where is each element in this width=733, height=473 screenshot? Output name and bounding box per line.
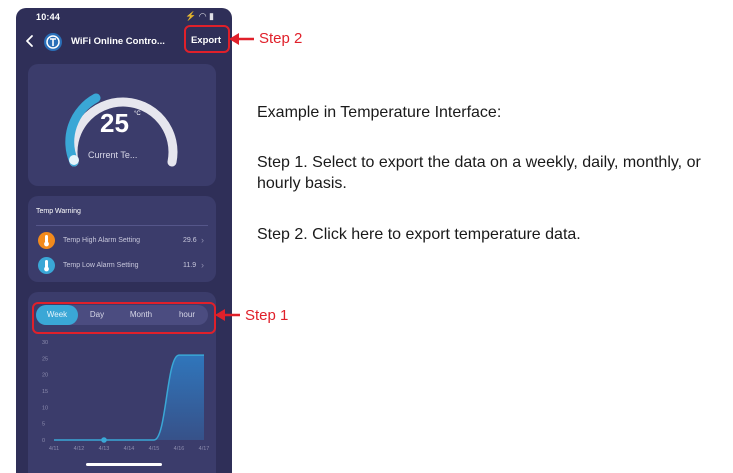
step1-label: Step 1 bbox=[245, 307, 289, 324]
y-tick-label: 25 bbox=[42, 356, 48, 362]
step1-highlight-box bbox=[32, 302, 216, 334]
x-tick-label: 4/16 bbox=[174, 446, 185, 452]
y-tick-label: 10 bbox=[42, 405, 48, 411]
temperature-value: 25 bbox=[100, 108, 129, 138]
temperature-chart: 0 5 10 15 20 25 30 4/11 4/12 4/13 4/14 4/15 4/16 4/17 bbox=[42, 340, 210, 452]
temperature-unit: °C bbox=[134, 111, 141, 117]
step2-label: Step 2 bbox=[259, 30, 303, 47]
high-alarm-row[interactable]: Temp High Alarm Setting 29.6 › bbox=[28, 231, 216, 251]
low-alarm-row[interactable]: Temp Low Alarm Setting 11.9 › bbox=[28, 256, 216, 276]
y-tick-label: 20 bbox=[42, 373, 48, 379]
home-indicator bbox=[86, 463, 162, 466]
warning-title: Temp Warning bbox=[36, 208, 81, 215]
status-time: 10:44 bbox=[36, 12, 61, 22]
phone-screen: 10:44 ⚡ ◠ ▮ WiFi Online Contro... Export… bbox=[16, 8, 232, 473]
y-tick-label: 5 bbox=[42, 422, 45, 428]
y-tick-label: 30 bbox=[42, 340, 48, 346]
step2-arrow-icon bbox=[229, 33, 254, 45]
step1-arrow-icon bbox=[215, 309, 240, 321]
x-tick-label: 4/13 bbox=[99, 446, 110, 452]
x-tick-label: 4/17 bbox=[199, 446, 210, 452]
high-alarm-label: Temp High Alarm Setting bbox=[63, 237, 141, 244]
x-tick-label: 4/14 bbox=[124, 446, 135, 452]
instruction-heading: Example in Temperature Interface: bbox=[257, 104, 502, 121]
back-chevron-icon[interactable] bbox=[23, 33, 37, 49]
y-tick-label: 15 bbox=[42, 389, 48, 395]
chart-data-point bbox=[101, 437, 107, 443]
chevron-right-icon: › bbox=[201, 260, 204, 270]
low-alarm-value: 11.9 bbox=[183, 262, 197, 269]
thermometer-low-icon bbox=[38, 257, 55, 274]
x-tick-label: 4/12 bbox=[74, 446, 85, 452]
y-tick-label: 0 bbox=[42, 438, 45, 444]
thermometer-high-icon bbox=[38, 232, 55, 249]
temp-warning-card: Temp Warning Temp High Alarm Setting 29.… bbox=[28, 196, 216, 282]
status-icons: ⚡ ◠ ▮ bbox=[184, 11, 214, 21]
page-title: WiFi Online Contro... bbox=[71, 36, 165, 47]
chart-area bbox=[54, 355, 204, 440]
step2-highlight-box bbox=[184, 25, 230, 53]
temperature-label: Current Te... bbox=[88, 150, 138, 160]
chevron-right-icon: › bbox=[201, 235, 204, 245]
low-alarm-label: Temp Low Alarm Setting bbox=[63, 262, 139, 269]
x-tick-label: 4/15 bbox=[149, 446, 160, 452]
instruction-step2: Step 2. Click here to export temperature… bbox=[257, 226, 581, 243]
high-alarm-value: 29.6 bbox=[183, 237, 197, 244]
app-logo-icon bbox=[44, 33, 62, 51]
instruction-step1: Step 1. Select to export the data on a w… bbox=[257, 154, 701, 192]
divider bbox=[36, 225, 208, 226]
current-temperature-card: 25 °C Current Te... bbox=[28, 64, 216, 186]
x-tick-label: 4/11 bbox=[49, 446, 59, 452]
